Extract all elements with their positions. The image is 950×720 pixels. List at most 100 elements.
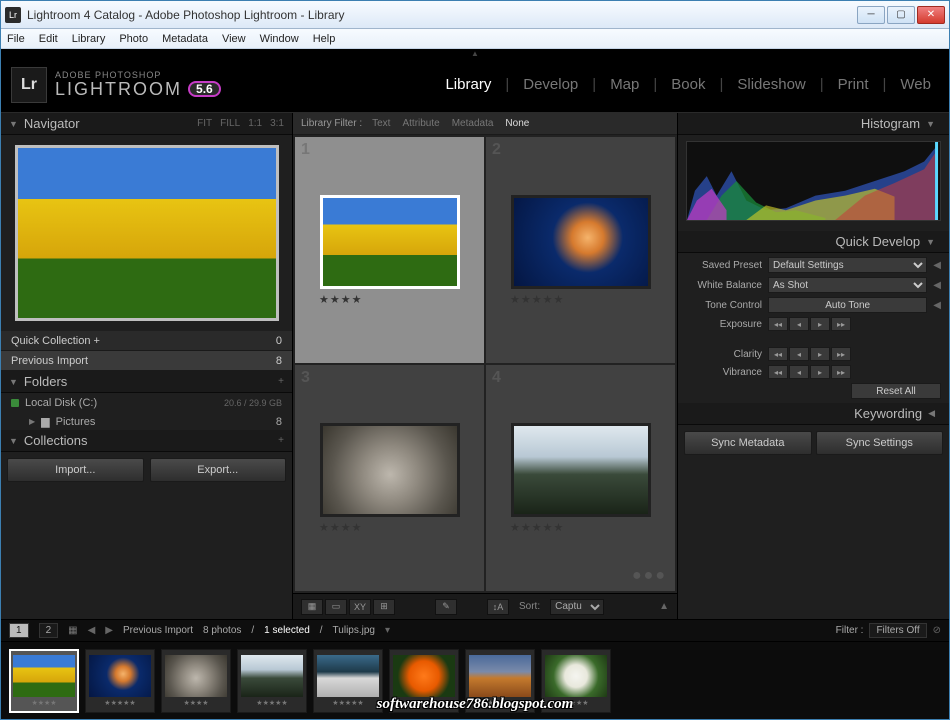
module-map[interactable]: Map: [606, 76, 643, 93]
menu-library[interactable]: Library: [72, 33, 106, 45]
sync-metadata-button[interactable]: Sync Metadata: [684, 431, 812, 455]
grid-cell[interactable]: 4★★★★★●●●: [486, 365, 675, 591]
vibrance-stepper[interactable]: ◂◂◂▸▸▸: [768, 365, 851, 379]
rating-stars[interactable]: ★★★★: [319, 521, 362, 534]
saved-preset-select[interactable]: Default Settings: [768, 257, 927, 273]
menu-edit[interactable]: Edit: [39, 33, 58, 45]
module-web[interactable]: Web: [896, 76, 935, 93]
navigator-preview[interactable]: [1, 135, 292, 331]
compare-view-icon[interactable]: XY: [349, 599, 371, 615]
zoom-1-1[interactable]: 1:1: [248, 118, 262, 129]
clarity-stepper[interactable]: ◂◂◂▸▸▸: [768, 347, 851, 361]
monitor-2-button[interactable]: 2: [39, 623, 59, 638]
chevron-left-icon[interactable]: ◀: [933, 300, 941, 311]
sort-direction-icon[interactable]: ↕A: [487, 599, 509, 615]
filter-lock-icon[interactable]: ⊘: [933, 625, 941, 636]
folder-row[interactable]: ▶ ▆ Pictures 8: [1, 413, 292, 430]
menu-file[interactable]: File: [7, 33, 25, 45]
photo-count: 8 photos: [203, 625, 241, 636]
filmstrip-thumb: [165, 655, 227, 697]
filter-attribute[interactable]: Attribute: [402, 118, 439, 129]
exposure-stepper[interactable]: ◂◂◂▸▸▸: [768, 317, 851, 331]
selected-count: 1 selected: [264, 625, 310, 636]
filmstrip-cell[interactable]: ★★★★★: [237, 649, 307, 713]
painter-icon[interactable]: ✎: [435, 599, 457, 615]
menubar: File Edit Library Photo Metadata View Window He…: [1, 29, 949, 49]
minimize-button[interactable]: ─: [857, 6, 885, 24]
chevron-left-icon: ◀: [928, 408, 935, 419]
zoom-fill[interactable]: FILL: [220, 118, 240, 129]
filter-metadata[interactable]: Metadata: [452, 118, 494, 129]
filmstrip-cell[interactable]: ★★★★: [161, 649, 231, 713]
zoom-fit[interactable]: FIT: [197, 118, 212, 129]
filmstrip-cell[interactable]: ★★★★★: [85, 649, 155, 713]
auto-tone-button[interactable]: Auto Tone: [768, 297, 927, 313]
volume-row[interactable]: Local Disk (C:) 20.6 / 29.9 GB: [1, 393, 292, 413]
forward-arrow-icon[interactable]: ▶: [105, 625, 113, 636]
module-print[interactable]: Print: [834, 76, 873, 93]
sync-settings-button[interactable]: Sync Settings: [816, 431, 944, 455]
chevron-up-icon[interactable]: ▲: [659, 601, 669, 612]
back-arrow-icon[interactable]: ◀: [88, 625, 96, 636]
saved-preset-label: Saved Preset: [686, 260, 762, 271]
collections-header[interactable]: ▼ Collections +: [1, 430, 292, 452]
menu-window[interactable]: Window: [260, 33, 299, 45]
histogram-header[interactable]: Histogram ▼: [678, 113, 949, 135]
chevron-down-icon[interactable]: ▾: [385, 625, 390, 636]
filmstrip-thumb: [469, 655, 531, 697]
filmstrip-cell[interactable]: ★★★★: [9, 649, 79, 713]
white-balance-select[interactable]: As Shot: [768, 277, 927, 293]
navigator-header[interactable]: ▼ Navigator FITFILL1:13:1: [1, 113, 292, 135]
module-develop[interactable]: Develop: [519, 76, 582, 93]
catalog-row[interactable]: Previous Import8: [1, 351, 292, 371]
quick-develop-label: Quick Develop: [836, 234, 921, 249]
add-folder-icon[interactable]: +: [278, 376, 284, 387]
filter-none[interactable]: None: [505, 118, 529, 129]
panel-collapse-top[interactable]: [1, 49, 949, 57]
menu-help[interactable]: Help: [313, 33, 336, 45]
monitor-1-button[interactable]: 1: [9, 623, 29, 638]
rating-stars[interactable]: ★★★★: [319, 293, 362, 306]
export-button[interactable]: Export...: [150, 458, 287, 482]
folder-count: 8: [276, 416, 282, 428]
chevron-left-icon[interactable]: ◀: [933, 280, 941, 291]
survey-view-icon[interactable]: ⊞: [373, 599, 395, 615]
import-button[interactable]: Import...: [7, 458, 144, 482]
quick-develop-header[interactable]: Quick Develop ▼: [678, 231, 949, 253]
keywording-header[interactable]: Keywording ◀: [678, 403, 949, 425]
rating-stars[interactable]: ★★★★★: [510, 293, 564, 306]
maximize-button[interactable]: ▢: [887, 6, 915, 24]
sort-select[interactable]: Captu: [550, 599, 604, 615]
disk-space: 20.6 / 29.9 GB: [224, 398, 282, 408]
grid-view-icon[interactable]: ▦: [301, 599, 323, 615]
filter-text[interactable]: Text: [372, 118, 390, 129]
menu-photo[interactable]: Photo: [119, 33, 148, 45]
source-label[interactable]: Previous Import: [123, 625, 193, 636]
grid-cell[interactable]: 3★★★★: [295, 365, 484, 591]
module-slideshow[interactable]: Slideshow: [733, 76, 809, 93]
left-panel: ▼ Navigator FITFILL1:13:1 Quick Collecti…: [1, 113, 293, 619]
module-book[interactable]: Book: [667, 76, 709, 93]
filter-preset-select[interactable]: Filters Off: [869, 623, 926, 638]
grid-cell[interactable]: 1★★★★: [295, 137, 484, 363]
app-window: Lr Lightroom 4 Catalog - Adobe Photoshop…: [0, 0, 950, 720]
add-collection-icon[interactable]: +: [278, 435, 284, 446]
grid-cell[interactable]: 2★★★★★: [486, 137, 675, 363]
filter-label: Filter :: [836, 625, 864, 636]
menu-view[interactable]: View: [222, 33, 246, 45]
rating-stars[interactable]: ★★★★★: [510, 521, 564, 534]
white-balance-label: White Balance: [686, 280, 762, 291]
disk-name: Local Disk (C:): [25, 397, 97, 409]
close-button[interactable]: ✕: [917, 6, 945, 24]
menu-metadata[interactable]: Metadata: [162, 33, 208, 45]
reset-all-button[interactable]: Reset All: [851, 383, 941, 399]
filmstrip-cell[interactable]: ★★★★★: [313, 649, 383, 713]
folders-header[interactable]: ▼ Folders +: [1, 371, 292, 393]
catalog-row[interactable]: Quick Collection +0: [1, 331, 292, 351]
module-library[interactable]: Library: [441, 76, 495, 93]
chevron-left-icon[interactable]: ◀: [933, 260, 941, 271]
grid-icon[interactable]: ▦: [68, 625, 77, 636]
grid-toolbar: ▦ ▭ XY ⊞ ✎ ↕A Sort: Captu ▲: [293, 593, 677, 619]
loupe-view-icon[interactable]: ▭: [325, 599, 347, 615]
zoom-3-1[interactable]: 3:1: [270, 118, 284, 129]
